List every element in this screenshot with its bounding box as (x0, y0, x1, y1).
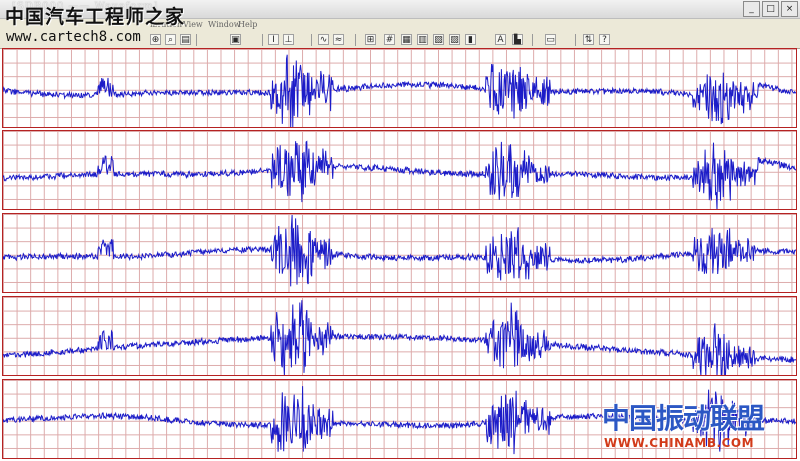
bars-icon[interactable]: ▮ (465, 34, 476, 45)
toolbar-separator (532, 34, 533, 46)
spectrum-icon[interactable]: ⊞ (365, 34, 376, 45)
watermark-site-name: 中国汽车工程师之家 (5, 6, 186, 28)
watermark-brand-name: 中国振动联盟 (602, 402, 765, 435)
wave-icon[interactable]: ∿ (318, 34, 329, 45)
waveform-trace-4 (3, 300, 796, 375)
waveform-channel-3[interactable] (2, 213, 797, 293)
menu-view[interactable]: View (183, 20, 203, 29)
waveform-channel-2[interactable] (2, 130, 797, 210)
minimize-button[interactable]: _ (743, 1, 760, 17)
layout-1-icon[interactable]: ▦ (401, 34, 412, 45)
zoom-icon[interactable]: ⌕ (165, 34, 176, 45)
waveform-line (3, 300, 796, 375)
text-a-icon[interactable]: A (495, 34, 506, 45)
peak-icon[interactable]: ⊥ (283, 34, 294, 45)
layout-2-icon[interactable]: ▥ (417, 34, 428, 45)
toolbar-separator (262, 34, 263, 46)
toolbar-separator (355, 34, 356, 46)
book-icon[interactable]: ▭ (545, 34, 556, 45)
wave-compare-icon[interactable]: ≈ (333, 34, 344, 45)
save-icon[interactable]: ▣ (230, 34, 241, 45)
toolbar-separator (575, 34, 576, 46)
watermark-site-url: www.cartech8.com (6, 29, 141, 45)
waveform-trace-1 (3, 54, 796, 127)
close-button[interactable]: × (781, 1, 798, 17)
waveform-line (3, 214, 796, 287)
waveform-trace-3 (3, 214, 796, 287)
grid-icon[interactable]: # (384, 34, 395, 45)
cursor-icon[interactable]: I (268, 34, 279, 45)
signal-select-icon[interactable]: ⊕ (150, 34, 161, 45)
toolbar-separator (311, 34, 312, 46)
waveform-line (3, 140, 796, 209)
waveform-trace-2 (3, 140, 796, 209)
menu-window[interactable]: Window (208, 20, 241, 29)
watermark-brand-url: WWW.CHINAMB.COM (604, 436, 755, 450)
layout-3-icon[interactable]: ▧ (433, 34, 444, 45)
sort-icon[interactable]: ⇅ (583, 34, 594, 45)
waveform-channel-4[interactable] (2, 296, 797, 376)
menu-help[interactable]: Help (238, 20, 257, 29)
help-icon[interactable]: ? (599, 34, 610, 45)
print-icon[interactable]: ▤ (180, 34, 191, 45)
layout-4-icon[interactable]: ▨ (449, 34, 460, 45)
chart-icon[interactable]: ▙ (512, 34, 523, 45)
toolbar-separator (196, 34, 197, 46)
maximize-button[interactable]: □ (762, 1, 779, 17)
waveform-line (3, 54, 796, 127)
window-controls: _ □ × (743, 1, 798, 17)
waveform-channel-1[interactable] (2, 48, 797, 128)
